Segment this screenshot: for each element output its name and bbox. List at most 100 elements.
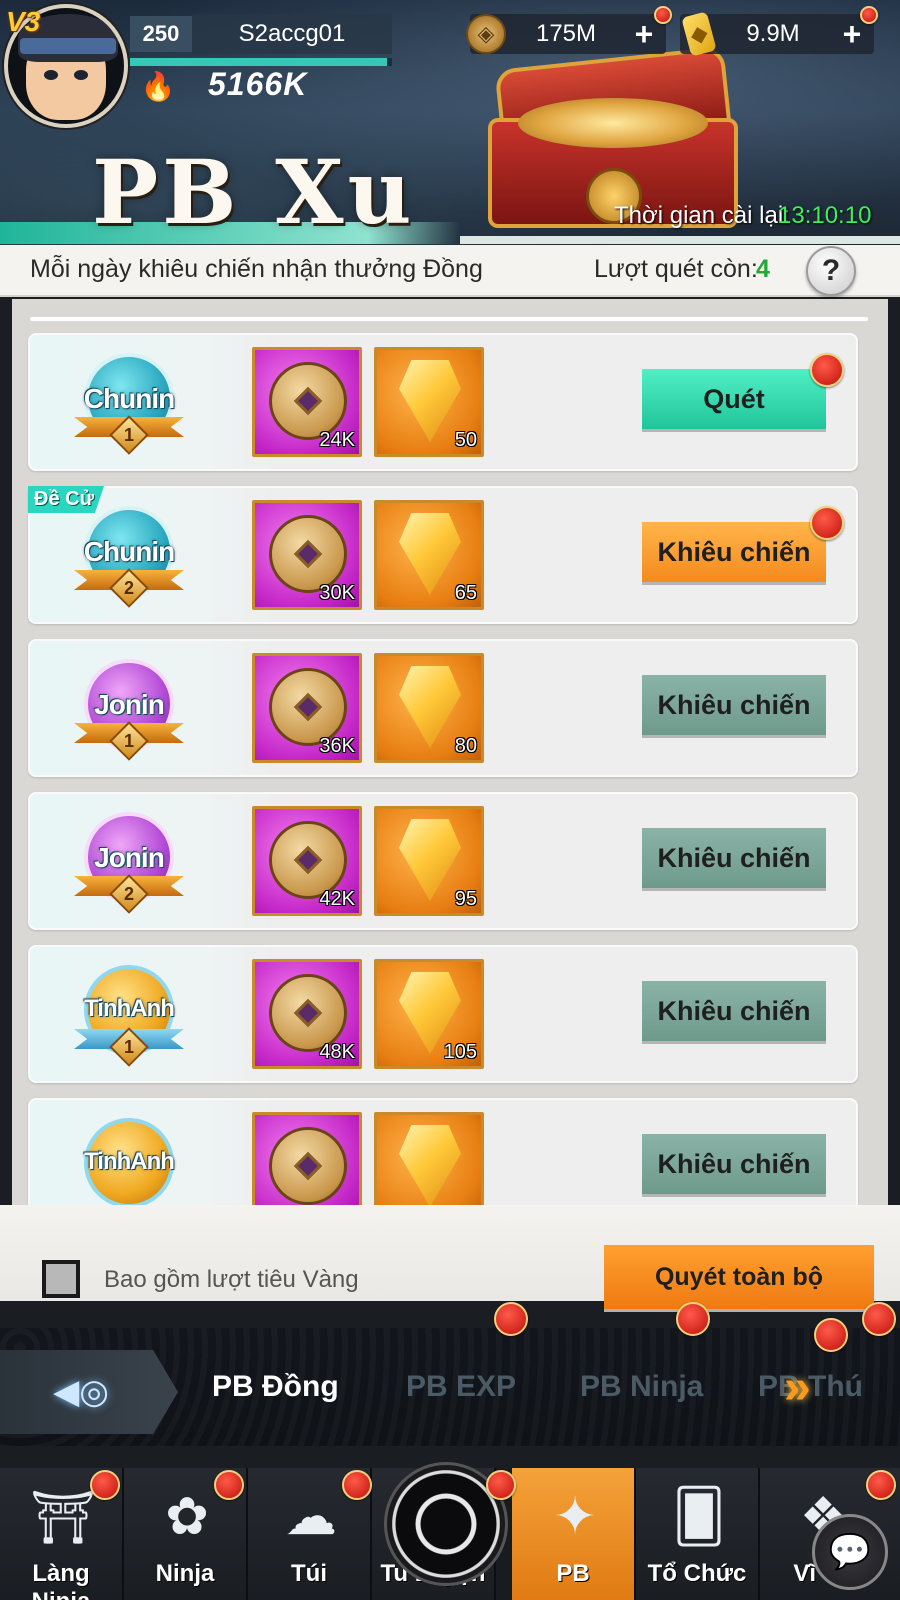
help-button[interactable]: ? xyxy=(806,246,856,296)
page-title: PB Xu xyxy=(92,140,416,244)
include-gold-label: Bao gồm lượt tiêu Vàng xyxy=(104,1266,359,1293)
village-gate-icon: ⛩ xyxy=(29,1488,96,1547)
rank-badge-chunin-icon: 2 Chunin xyxy=(74,502,184,612)
reset-time-label: Thời gian cài lại: xyxy=(614,202,790,229)
ninja-scroll-icon: ✿ xyxy=(165,1488,209,1546)
coin-reward-qty: 42K xyxy=(319,888,355,910)
coin-icon: ◈ xyxy=(466,14,506,54)
badge-label: Chunin xyxy=(83,536,175,567)
coin-amount: 175M xyxy=(535,20,597,47)
badge-tier: 2 xyxy=(123,883,134,904)
notification-dot xyxy=(860,6,878,24)
next-tabs-icon[interactable]: » xyxy=(784,1360,811,1415)
dungeon-row: 2 Jonin 42K 95 Khiêu chiến xyxy=(28,792,858,930)
coin-reward-icon[interactable]: 30K xyxy=(252,500,362,610)
swirl-back-icon: ◀◎ xyxy=(53,1373,109,1411)
dungeon-row: 1 Jonin 36K 80 Khiêu chiến xyxy=(28,639,858,777)
bag-icon: ☁ xyxy=(285,1488,337,1546)
notification-dot xyxy=(342,1470,372,1500)
notification-dot xyxy=(814,1318,848,1352)
badge-label: Jonin xyxy=(94,689,165,720)
sweep-turns-value: 4 xyxy=(756,255,770,283)
badge-label: TinhAnh xyxy=(84,995,175,1022)
gem-reward-icon[interactable]: 95 xyxy=(374,806,484,916)
notification-dot xyxy=(90,1470,120,1500)
badge-label: Chunin xyxy=(83,383,175,414)
gem-reward-icon[interactable] xyxy=(374,1112,484,1205)
coin-reward-icon[interactable]: 24K xyxy=(252,347,362,457)
rank-badge-jonin-icon: 1 Jonin xyxy=(74,655,184,765)
player-name: S2accg01 xyxy=(192,14,392,54)
badge-tier: 1 xyxy=(123,424,134,445)
dungeon-list[interactable]: 1 Chunin 24K 50 Quét Đề Cử 2 Chunin 30K … xyxy=(12,299,888,1205)
challenge-button[interactable]: Khiêu chiến xyxy=(642,522,826,582)
dungeon-row: TinhAnh Khiêu chiến xyxy=(28,1098,858,1205)
coin-reward-icon[interactable]: 48K xyxy=(252,959,362,1069)
nav-to-chuc[interactable]: 🂠 Tổ Chức xyxy=(636,1468,760,1600)
tab-pb-exp[interactable]: PB EXP xyxy=(406,1370,516,1404)
challenge-button[interactable]: Khiêu chiến xyxy=(642,675,826,735)
coin-reward-qty: 30K xyxy=(319,582,355,604)
challenge-button[interactable]: Khiêu chiến xyxy=(642,981,826,1041)
rank-badge-tinhanh-icon: 1 TinhAnh xyxy=(74,961,184,1071)
info-bar: Mỗi ngày khiêu chiến nhận thưởng Đồng Lư… xyxy=(0,245,900,297)
combat-power: 5166K xyxy=(208,66,308,102)
nav-label: Làng Ninja xyxy=(32,1560,91,1600)
coin-reward-qty: 24K xyxy=(319,429,355,451)
gem-reward-icon[interactable]: 50 xyxy=(374,347,484,457)
notification-dot xyxy=(862,1302,896,1336)
nav-label: Ninja xyxy=(155,1560,215,1587)
notification-dot xyxy=(866,1470,896,1500)
dungeon-row: Đề Cử 2 Chunin 30K 65 Khiêu chiến xyxy=(28,486,858,624)
chat-icon[interactable]: 💬 xyxy=(812,1514,888,1590)
coin-reward-qty: 48K xyxy=(319,1041,355,1063)
dungeon-row: 1 Chunin 24K 50 Quét xyxy=(28,333,858,471)
tab-pb-ninja[interactable]: PB Ninja xyxy=(580,1370,703,1404)
badge-label: TinhAnh xyxy=(84,1148,175,1175)
vip-badge: V3 xyxy=(6,6,41,37)
coin-reward-icon[interactable] xyxy=(252,1112,362,1205)
gem-reward-qty: 65 xyxy=(454,582,477,604)
exp-bar xyxy=(130,58,392,66)
challenge-button[interactable]: Khiêu chiến xyxy=(642,828,826,888)
notification-dot xyxy=(810,506,844,540)
cards-icon: 🂠 xyxy=(672,1488,726,1546)
gold-currency: ◆ 9.9M + xyxy=(680,11,874,57)
nav-label: Túi xyxy=(291,1560,327,1587)
dungeon-row: 1 TinhAnh 48K 105 Khiêu chiến xyxy=(28,945,858,1083)
rank-badge-jonin-icon: 2 Jonin xyxy=(74,808,184,918)
badge-tier: 1 xyxy=(123,1036,134,1057)
badge-tier: 1 xyxy=(123,730,134,751)
nav-label: Tổ Chức xyxy=(647,1560,747,1587)
coin-reward-icon[interactable]: 42K xyxy=(252,806,362,916)
coin-reward-icon[interactable]: 36K xyxy=(252,653,362,763)
gold-bar-icon: ◆ xyxy=(681,11,717,57)
nav-label: PB xyxy=(556,1560,590,1587)
coin-currency: ◈ 175M + xyxy=(466,14,666,54)
notification-dot xyxy=(810,353,844,387)
gold-amount: 9.9M xyxy=(746,20,800,47)
include-gold-checkbox[interactable] xyxy=(42,1260,80,1298)
sweep-button[interactable]: Quét xyxy=(642,369,826,429)
notification-dot xyxy=(676,1302,710,1336)
gem-reward-icon[interactable]: 105 xyxy=(374,959,484,1069)
exp-bar-fill xyxy=(130,58,387,66)
badge-label: Jonin xyxy=(94,842,165,873)
gem-reward-icon[interactable]: 65 xyxy=(374,500,484,610)
gem-reward-qty: 80 xyxy=(454,735,477,757)
sweep-all-button[interactable]: Quyét toàn bộ xyxy=(604,1245,874,1309)
notification-dot xyxy=(214,1470,244,1500)
flame-icon: 🔥 xyxy=(140,70,176,102)
gem-reward-qty: 105 xyxy=(443,1041,477,1063)
notification-dot xyxy=(654,6,672,24)
sweep-turns-label: Lượt quét còn: xyxy=(594,255,758,283)
gem-reward-icon[interactable]: 80 xyxy=(374,653,484,763)
notification-dot xyxy=(486,1470,516,1500)
tab-pb-dong[interactable]: PB Đồng xyxy=(212,1370,339,1404)
shuriken-icon: ✦ xyxy=(553,1488,597,1546)
rank-badge-chunin-icon: 1 Chunin xyxy=(74,349,184,459)
challenge-button[interactable]: Khiêu chiến xyxy=(642,1134,826,1194)
daily-info-text: Mỗi ngày khiêu chiến nhận thưởng Đồng xyxy=(30,255,483,283)
coin-reward-qty: 36K xyxy=(319,735,355,757)
nav-pb[interactable]: ✦ PB xyxy=(512,1468,636,1600)
